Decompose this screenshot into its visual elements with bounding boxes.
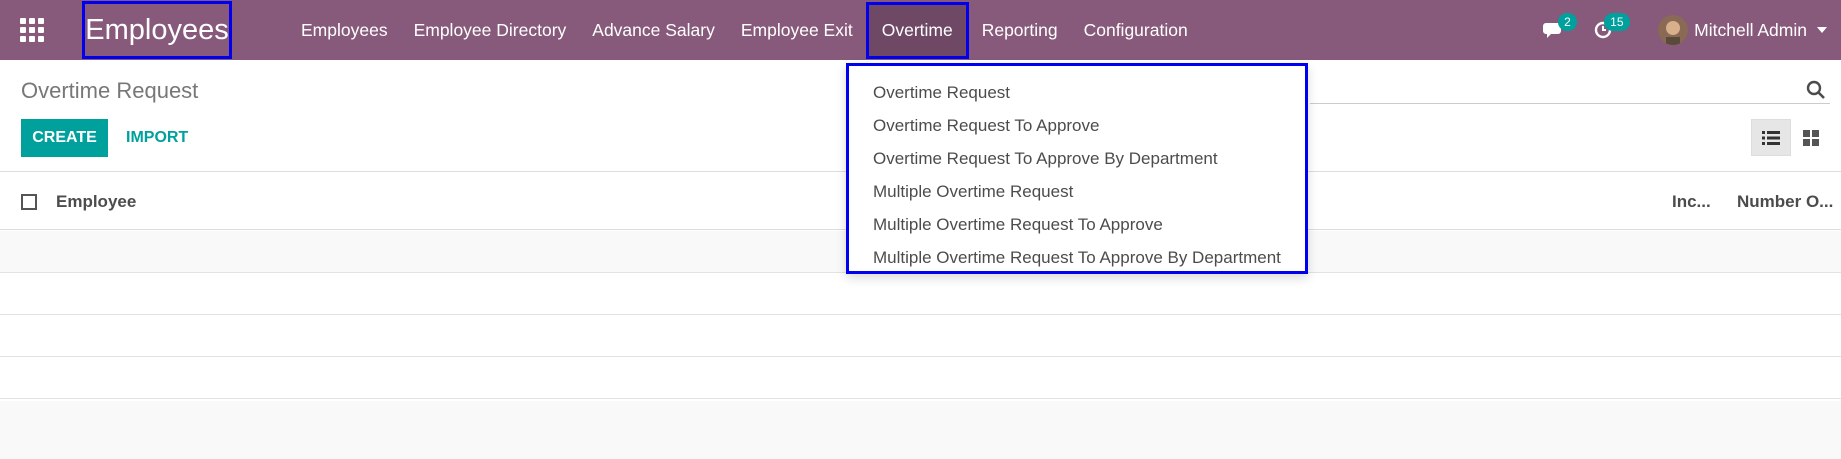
table-row: [0, 315, 1841, 357]
search-icon[interactable]: [1806, 80, 1826, 100]
table-row: [0, 357, 1841, 399]
systray: 2 15 Mitchell Admin: [1538, 0, 1841, 60]
breadcrumb: Overtime Request: [21, 78, 199, 103]
import-button[interactable]: IMPORT: [120, 119, 194, 157]
menu-employee-exit[interactable]: Employee Exit: [728, 0, 866, 60]
main-menu: Employees Employee Directory Advance Sal…: [288, 0, 1201, 60]
menu-overtime[interactable]: Overtime: [865, 1, 969, 59]
messages-button[interactable]: 2: [1538, 13, 1577, 45]
overtime-dropdown-menu: Overtime Request Overtime Request To App…: [846, 63, 1308, 274]
column-header-inc[interactable]: Inc...: [1672, 192, 1711, 212]
avatar: [1658, 15, 1689, 45]
dropdown-item-multiple-overtime-request-to-approve[interactable]: Multiple Overtime Request To Approve: [849, 208, 1305, 241]
caret-down-icon: [1817, 27, 1827, 33]
select-all-checkbox[interactable]: [21, 194, 37, 210]
dropdown-item-overtime-request[interactable]: Overtime Request: [849, 76, 1305, 109]
table-empty-area: [0, 401, 1841, 459]
app-brand[interactable]: Employees: [82, 1, 232, 59]
top-navbar: Employees Employees Employee Directory A…: [0, 0, 1841, 60]
dropdown-item-overtime-request-to-approve[interactable]: Overtime Request To Approve: [849, 109, 1305, 142]
user-name: Mitchell Admin: [1694, 19, 1807, 40]
dropdown-item-overtime-request-by-department[interactable]: Overtime Request To Approve By Departmen…: [849, 142, 1305, 175]
create-button[interactable]: CREATE: [21, 119, 108, 157]
menu-employee-directory[interactable]: Employee Directory: [401, 0, 580, 60]
kanban-view-button[interactable]: [1791, 119, 1831, 156]
list-view-button[interactable]: [1751, 119, 1791, 156]
menu-reporting[interactable]: Reporting: [969, 0, 1071, 60]
menu-advance-salary[interactable]: Advance Salary: [579, 0, 728, 60]
kanban-icon: [1803, 129, 1819, 146]
search-input[interactable]: [1310, 74, 1830, 104]
dropdown-item-multiple-overtime-request-by-department[interactable]: Multiple Overtime Request To Approve By …: [849, 241, 1305, 274]
table-row: [0, 273, 1841, 315]
column-header-employee[interactable]: Employee: [56, 192, 136, 212]
activities-badge: 15: [1604, 13, 1630, 31]
dropdown-item-multiple-overtime-request[interactable]: Multiple Overtime Request: [849, 175, 1305, 208]
menu-employees[interactable]: Employees: [288, 0, 401, 60]
column-header-number[interactable]: Number O...: [1737, 192, 1833, 212]
menu-configuration[interactable]: Configuration: [1071, 0, 1201, 60]
user-menu[interactable]: Mitchell Admin: [1658, 15, 1827, 45]
apps-grid-icon[interactable]: [18, 17, 46, 43]
messages-badge: 2: [1558, 13, 1577, 31]
list-icon: [1762, 130, 1780, 145]
activities-button[interactable]: 15: [1588, 13, 1630, 45]
